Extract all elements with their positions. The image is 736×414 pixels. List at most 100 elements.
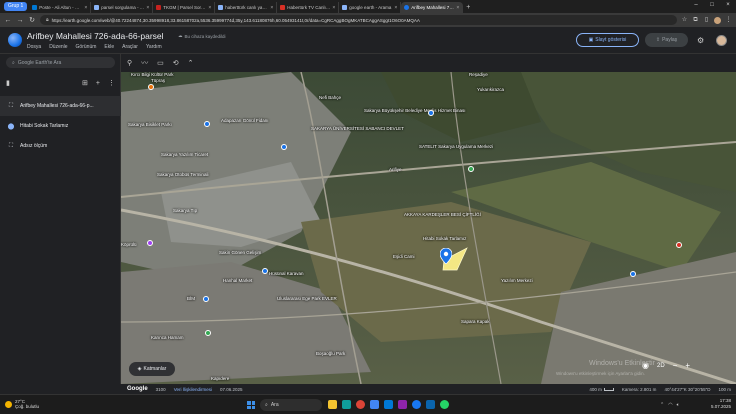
map-label[interactable]: Eşidi Cami <box>393 254 415 259</box>
url-input[interactable]: 🔒︎ https://earth.google.com/web/@40.7224… <box>40 15 677 25</box>
location-pin-icon[interactable] <box>440 248 452 264</box>
compass-icon[interactable]: ◉ <box>642 361 649 370</box>
new-folder-icon[interactable]: ⊞ <box>82 79 88 87</box>
app-icon[interactable] <box>398 400 407 409</box>
layer-item[interactable]: ⛶ Arifbey Mahallesi 726-ada-66-p... <box>0 96 121 116</box>
map-label[interactable]: Kapıdere <box>211 376 229 381</box>
map-label[interactable]: Sakarya Yazılım Ticaret <box>161 152 208 157</box>
map-view[interactable]: Kırcı Bilgi Kültür Park Tüpraş Nefi Bahçe S… <box>121 72 736 384</box>
close-icon[interactable]: × <box>208 5 211 11</box>
poi-marker[interactable] <box>203 296 209 302</box>
menu-item-help[interactable]: Yardım <box>146 44 162 50</box>
layers-button[interactable]: ◈ Katmanlar <box>129 362 175 376</box>
poi-marker[interactable] <box>428 110 434 116</box>
map-label[interactable]: Hitabi Sokak Tarlamız <box>423 236 466 241</box>
slideshow-button[interactable]: ▣ Slayt gösterisi <box>576 33 639 47</box>
chrome-icon[interactable] <box>356 400 365 409</box>
browser-tab[interactable]: haberttürk canlı yayın - Arama× <box>215 2 278 13</box>
chevron-up-icon[interactable]: ⌃ <box>660 402 664 408</box>
close-icon[interactable]: × <box>456 5 459 11</box>
volume-icon[interactable]: 🔈︎ <box>677 402 680 408</box>
map-label[interactable]: Kırcı Bilgi Kültür Park <box>131 72 174 77</box>
close-icon[interactable]: × <box>394 5 397 11</box>
draw-line-icon[interactable]: 〰 <box>141 58 148 68</box>
map-label[interactable]: Sakarya Bisiklet Parkı <box>128 122 172 127</box>
windows-start-icon[interactable] <box>247 401 255 409</box>
close-icon[interactable]: × <box>332 5 335 11</box>
back-icon[interactable]: ← <box>4 17 12 24</box>
whatsapp-icon[interactable] <box>440 400 449 409</box>
mail-icon[interactable] <box>384 400 393 409</box>
reload-icon[interactable]: ↻ <box>28 16 36 24</box>
menu-item-add[interactable]: Ekle <box>104 44 114 50</box>
google-earth-logo-icon[interactable] <box>8 33 22 47</box>
data-attribution-link[interactable]: Veri İlişkilendirmesi <box>174 387 212 392</box>
layer-item[interactable]: ⛶ Adsız ölçüm <box>0 136 121 156</box>
weather-widget[interactable]: 27°C Çoğ. bulutlu <box>5 399 39 409</box>
browser-tab[interactable]: TKGM | Parsel Sorgu Uygulaması× <box>153 2 216 13</box>
browser-tab-active[interactable]: Arifbey Mahallesi 726-ada-66-...× <box>401 2 464 13</box>
poi-marker[interactable] <box>262 268 268 274</box>
poi-marker[interactable] <box>148 84 154 90</box>
poi-marker[interactable] <box>204 121 210 127</box>
earth-search-input[interactable]: ⌕ Google Earth'te Ara <box>6 57 115 68</box>
history-icon[interactable]: ⟲ <box>173 59 179 67</box>
map-label[interactable]: Hüsünal Karavan <box>269 271 304 276</box>
star-icon[interactable]: ☆ <box>681 17 688 24</box>
map-label[interactable]: Sakarya Büyükşehir Belediye Meclis Hizme… <box>364 108 466 113</box>
map-label[interactable]: Sakarya Tıp <box>173 208 197 213</box>
map-label[interactable]: Sapara Kapak <box>461 319 490 324</box>
map-label[interactable]: Köprülü <box>121 242 137 247</box>
forward-icon[interactable]: → <box>16 17 24 24</box>
view-mode-toggle[interactable]: 2D <box>657 363 665 369</box>
map-label[interactable]: Yazılım Merkezi <box>501 278 533 283</box>
map-label[interactable]: Uluslararası Ege Park EVLER <box>277 296 337 301</box>
map-label[interactable]: AKKAYA KARDEŞLER BESİ ÇİFTLİĞİ <box>404 212 481 217</box>
minimize-icon[interactable]: – <box>688 0 704 11</box>
browser-tab[interactable]: Habertürk TV Canlı Yayın İzle× <box>277 2 340 13</box>
edge-icon[interactable] <box>342 400 351 409</box>
sidebar-toggle-icon[interactable]: ▮ <box>6 79 10 87</box>
map-label[interactable]: BİM <box>187 296 195 301</box>
map-label[interactable]: Arifiye <box>389 167 402 172</box>
user-avatar[interactable] <box>716 35 727 46</box>
store-icon[interactable] <box>370 400 379 409</box>
taskbar-search-input[interactable]: ⌕ Ara <box>260 399 322 411</box>
poi-marker[interactable] <box>281 144 287 150</box>
zoom-out-icon[interactable]: − <box>673 361 678 370</box>
chevron-up-icon[interactable]: ⌃ <box>188 59 194 67</box>
map-label[interactable]: Reşadiye <box>469 72 488 77</box>
project-title[interactable]: Arifbey Mahallesi 726-ada-66-parsel <box>27 31 164 41</box>
extensions-icon[interactable]: ⧉ <box>692 17 699 24</box>
map-label[interactable]: Boşaoğlu Park <box>316 351 345 356</box>
layer-item[interactable]: ⬤ Hitabi Sokak Tarlamız <box>0 116 121 136</box>
new-tab-button[interactable]: + <box>463 2 473 13</box>
poi-marker[interactable] <box>676 242 682 248</box>
browser-tab[interactable]: parsel sorgulama - Arama× <box>91 2 154 13</box>
map-label[interactable]: Sakin Gönen Gelişim <box>219 250 261 255</box>
map-label[interactable]: Yukarıkirazca <box>477 87 504 92</box>
menu-icon[interactable]: ⋮ <box>725 17 732 24</box>
zoom-in-icon[interactable]: + <box>685 361 690 370</box>
tab-group-label[interactable]: Grup 1 <box>4 2 28 11</box>
more-options-icon[interactable]: ⋮ <box>108 79 115 87</box>
browser-tab[interactable]: google earth - Arama × <box>339 2 402 13</box>
browser-tab[interactable]: Poste - Ali Altun - Outlook× <box>29 2 92 13</box>
add-icon[interactable]: + <box>96 80 100 87</box>
close-icon[interactable]: × <box>146 5 149 11</box>
menu-item-edit[interactable]: Düzenle <box>49 44 67 50</box>
map-label[interactable]: Adapazarı Gönül Fidanı <box>221 118 269 123</box>
maximize-icon[interactable]: □ <box>704 0 720 11</box>
file-explorer-icon[interactable] <box>328 400 337 409</box>
poi-marker[interactable] <box>630 271 636 277</box>
menu-item-view[interactable]: Görünüm <box>76 44 97 50</box>
map-label[interactable]: Tüpraş <box>151 78 165 83</box>
poi-marker[interactable] <box>147 240 153 246</box>
map-label[interactable]: SAKARYA ÜNİVERSİTESİ SABANCI DEVLET <box>311 126 404 131</box>
wifi-icon[interactable]: ◠ <box>668 402 672 408</box>
settings-gear-icon[interactable]: ⚙ <box>697 36 704 45</box>
measure-icon[interactable]: ▭ <box>157 59 164 67</box>
map-label[interactable]: Hanhal Market <box>223 278 252 283</box>
menu-item-file[interactable]: Dosya <box>27 44 41 50</box>
menu-item-tools[interactable]: Araçlar <box>122 44 138 50</box>
